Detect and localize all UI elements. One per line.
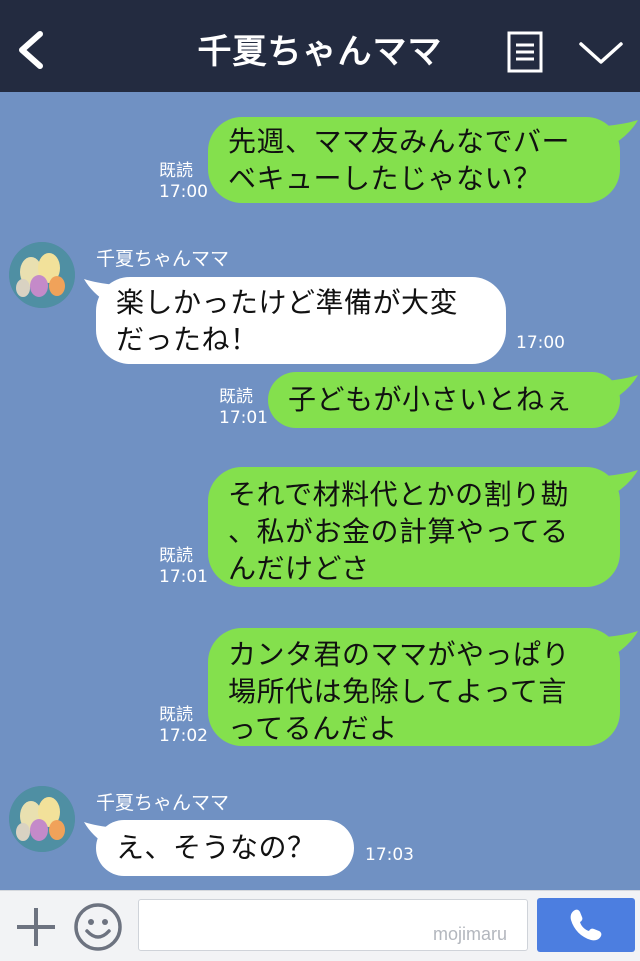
sender-name: 千夏ちゃんママ xyxy=(96,248,230,270)
avatar[interactable] xyxy=(9,242,75,308)
smiley-icon[interactable] xyxy=(73,902,123,952)
message-text: それで材料代とかの割り勘 、私がお金の計算やってる んだけどさ xyxy=(228,478,570,585)
incoming-message-bubble[interactable]: 楽しかったけど準備が大変 だったね！ xyxy=(96,277,506,364)
bubble-tail xyxy=(84,822,116,846)
bubble-tail xyxy=(606,470,638,494)
read-receipt: 既読 17:00 xyxy=(159,161,208,203)
chat-title: 千夏ちゃんママ xyxy=(197,32,443,72)
notes-icon[interactable] xyxy=(507,31,543,73)
read-receipt: 既読 17:01 xyxy=(219,387,268,429)
read-label: 既読 xyxy=(159,705,193,725)
bubble-tail xyxy=(606,120,638,144)
outgoing-message-bubble[interactable]: それで材料代とかの割り勘 、私がお金の計算やってる んだけどさ xyxy=(208,467,620,587)
message-time: 17:03 xyxy=(365,845,414,865)
call-button[interactable] xyxy=(537,898,635,952)
plus-icon[interactable] xyxy=(14,905,58,949)
message-time: 17:02 xyxy=(159,726,208,746)
message-text: 子どもが小さいとねぇ xyxy=(288,383,574,416)
message-composer: mojimaru xyxy=(0,890,640,961)
outgoing-message-bubble[interactable]: 先週、ママ友みんなでバー ベキューしたじゃない？ xyxy=(208,117,620,203)
outgoing-message-bubble[interactable]: 子どもが小さいとねぇ xyxy=(268,372,620,428)
message-text: 楽しかったけど準備が大変 だったね！ xyxy=(116,286,459,356)
message-text: カンタ君のママがやっぱり 場所代は免除してよって言 ってるんだよ xyxy=(228,638,571,745)
phone-icon xyxy=(570,909,602,941)
read-label: 既読 xyxy=(159,161,193,181)
outgoing-message-bubble[interactable]: カンタ君のママがやっぱり 場所代は免除してよって言 ってるんだよ xyxy=(208,628,620,746)
bubble-tail xyxy=(84,279,116,303)
read-label: 既読 xyxy=(219,387,253,407)
message-time: 17:00 xyxy=(159,182,208,202)
message-time: 17:01 xyxy=(219,408,268,428)
bubble-tail xyxy=(606,631,638,655)
read-receipt: 既読 17:02 xyxy=(159,705,208,747)
message-time: 17:00 xyxy=(516,333,565,353)
message-text: 先週、ママ友みんなでバー ベキューしたじゃない？ xyxy=(228,125,571,195)
avatar[interactable] xyxy=(9,786,75,852)
chat-header: 千夏ちゃんママ xyxy=(0,0,640,92)
message-time: 17:01 xyxy=(159,567,208,587)
watermark: mojimaru xyxy=(433,924,508,944)
chevron-down-icon[interactable] xyxy=(578,40,624,66)
incoming-message-bubble[interactable]: え、そうなの？ xyxy=(96,820,354,876)
sender-name: 千夏ちゃんママ xyxy=(96,792,230,814)
read-receipt: 既読 17:01 xyxy=(159,546,208,588)
chevron-left-icon[interactable] xyxy=(14,30,48,70)
message-text: え、そうなの？ xyxy=(116,831,316,864)
read-label: 既読 xyxy=(159,546,193,566)
bubble-tail xyxy=(606,375,638,399)
